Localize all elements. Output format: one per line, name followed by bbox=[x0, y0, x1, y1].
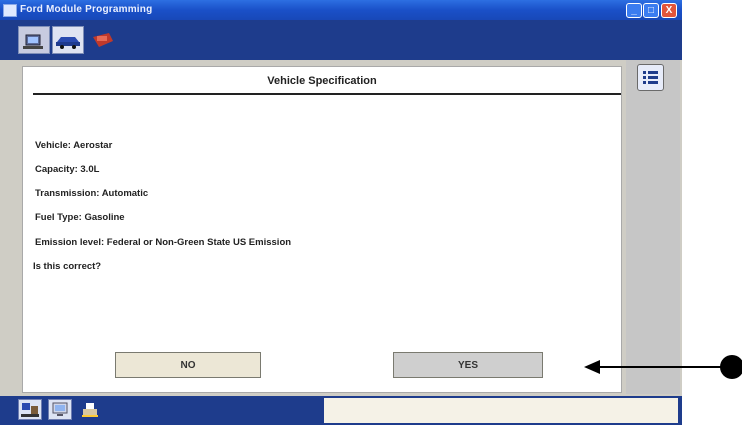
status-bar bbox=[0, 396, 682, 425]
title-divider bbox=[33, 93, 621, 95]
right-sidebar bbox=[626, 60, 680, 394]
no-button[interactable]: NO bbox=[115, 352, 261, 378]
transmission-value: Transmission: Automatic bbox=[35, 188, 149, 199]
status-field bbox=[324, 398, 678, 423]
computer-tool-icon[interactable] bbox=[18, 26, 50, 54]
annotation-dot bbox=[720, 355, 742, 379]
app-window: Ford Module Programming _ □ X Vehicle Sp… bbox=[0, 0, 682, 425]
emission-level-value: Emission level: Federal or Non-Green Sta… bbox=[35, 237, 292, 248]
confirmation-question: Is this correct? bbox=[33, 261, 102, 272]
yes-button[interactable]: YES bbox=[393, 352, 543, 378]
maximize-button[interactable]: □ bbox=[643, 3, 659, 18]
pointer-arrow-icon bbox=[584, 360, 600, 374]
vehicle-icon[interactable] bbox=[52, 26, 84, 54]
minimize-button[interactable]: _ bbox=[626, 3, 642, 18]
workstation-icon[interactable] bbox=[18, 399, 42, 420]
monitor-icon[interactable] bbox=[48, 399, 72, 420]
panel-title: Vehicle Specification bbox=[267, 75, 377, 87]
fuel-type-value: Fuel Type: Gasoline bbox=[35, 212, 125, 223]
print-icon[interactable] bbox=[78, 399, 102, 420]
pointer-arrow-line bbox=[596, 366, 730, 368]
title-bar: Ford Module Programming _ □ X bbox=[0, 0, 682, 20]
list-icon[interactable] bbox=[637, 64, 664, 91]
capacity-value: Capacity: 3.0L bbox=[35, 164, 100, 175]
vehicle-specification-panel: Vehicle Specification Vehicle: Aerostar … bbox=[22, 66, 622, 393]
app-icon bbox=[3, 4, 17, 17]
window-title: Ford Module Programming bbox=[20, 4, 153, 15]
toolbar bbox=[0, 20, 682, 60]
close-button[interactable]: X bbox=[661, 3, 677, 18]
engine-icon[interactable] bbox=[86, 26, 120, 54]
vehicle-value: Vehicle: Aerostar bbox=[35, 140, 113, 151]
